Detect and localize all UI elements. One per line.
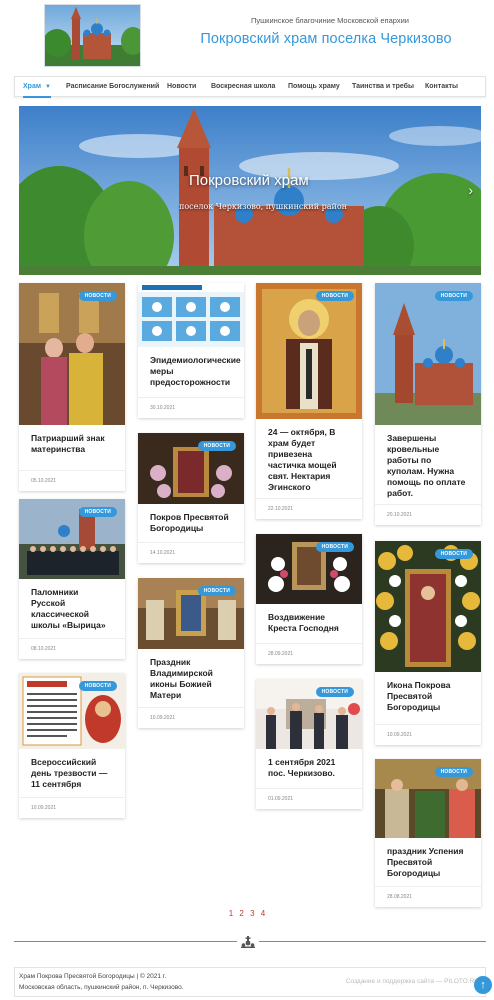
nav-item-contacts[interactable]: Контакты: [425, 77, 458, 98]
news-badge[interactable]: НОВОСТИ: [78, 681, 117, 691]
church-ornament-icon: [241, 935, 255, 948]
news-card[interactable]: НОВОСТИ Патриарший знак материнства 05.1…: [19, 283, 125, 491]
news-badge[interactable]: НОВОСТИ: [315, 291, 354, 301]
card-title[interactable]: Паломники Русской классической школы «Вы…: [19, 579, 125, 631]
nav-item-sacraments[interactable]: Таинства и требы: [352, 77, 414, 98]
slide-title: Покровский храм: [189, 172, 309, 189]
page-link[interactable]: 2: [239, 909, 243, 918]
news-card[interactable]: НОВОСТИ Воздвижение Креста Господня 28.0…: [256, 534, 362, 664]
news-card[interactable]: НОВОСТИ праздник Успения Пресвятой Богор…: [375, 759, 481, 907]
news-card[interactable]: НОВОСТИ 1 сентября 2021 пос. Черкизово. …: [256, 679, 362, 809]
news-card[interactable]: НОВОСТИ Покров Пресвятой Богородицы 14.1…: [138, 433, 244, 563]
news-card[interactable]: Эпидемиологические меры предосторожности…: [138, 283, 244, 418]
news-badge[interactable]: НОВОСТИ: [197, 586, 236, 596]
hero-image: [19, 106, 481, 275]
card-title[interactable]: 1 сентября 2021 пос. Черкизово.: [256, 749, 362, 779]
nav-item-schedule[interactable]: Расписание Богослужений: [66, 77, 159, 98]
card-date: 28.09.2021: [268, 651, 294, 657]
divider-right: [259, 941, 486, 942]
chevron-right-icon[interactable]: ›: [468, 182, 473, 198]
card-image: НОВОСТИ: [256, 679, 362, 749]
news-card[interactable]: НОВОСТИ Всероссийский день трезвости — 1…: [19, 673, 125, 818]
news-badge[interactable]: НОВОСТИ: [78, 291, 117, 301]
pagination: 1 2 3 4: [0, 909, 494, 918]
news-card[interactable]: НОВОСТИ Паломники Русской классической ш…: [19, 499, 125, 659]
nav-item-label: Храм: [23, 83, 42, 90]
card-date: 22.10.2021: [268, 506, 294, 512]
news-badge[interactable]: НОВОСТИ: [315, 687, 354, 697]
news-badge[interactable]: НОВОСТИ: [434, 767, 473, 777]
card-image: НОВОСТИ: [19, 499, 125, 579]
card-title[interactable]: Воздвижение Креста Господня: [256, 604, 362, 634]
news-badge[interactable]: НОВОСТИ: [434, 291, 473, 301]
news-badge[interactable]: НОВОСТИ: [315, 542, 354, 552]
arrow-up-icon[interactable]: ↑: [474, 976, 492, 994]
site-title[interactable]: Покровский храм поселка Черкизово: [190, 31, 462, 47]
page-link[interactable]: 1: [229, 909, 233, 918]
card-image: [138, 283, 244, 347]
news-card[interactable]: НОВОСТИ Икона Покрова Пресвятой Богороди…: [375, 541, 481, 745]
page-link[interactable]: 3: [250, 909, 254, 918]
eparchy-subtitle: Пушкинское благочиние Московской епархии: [251, 16, 409, 25]
news-card[interactable]: НОВОСТИ Праздник Владимирской иконы Божи…: [138, 578, 244, 728]
card-date: 05.10.2021: [31, 478, 57, 484]
news-card[interactable]: НОВОСТИ Завершены кровельные работы по к…: [375, 283, 481, 525]
card-title[interactable]: 24 — октября, В храм будет привезена час…: [256, 419, 362, 493]
slide-subtitle: поселок Черкизово, пушкинский район: [179, 202, 347, 211]
card-image: НОВОСТИ: [19, 283, 125, 425]
footer: Храм Покрова Пресвятой Богородицы | © 20…: [14, 967, 486, 997]
card-date: 10.09.2021: [387, 732, 413, 738]
card-image: НОВОСТИ: [375, 283, 481, 425]
card-image: НОВОСТИ: [138, 433, 244, 504]
news-badge[interactable]: НОВОСТИ: [78, 507, 117, 517]
card-title[interactable]: праздник Успения Пресвятой Богородицы: [375, 838, 481, 879]
news-badge[interactable]: НОВОСТИ: [434, 549, 473, 559]
card-date: 08.10.2021: [31, 646, 57, 652]
card-image: НОВОСТИ: [19, 673, 125, 749]
footer-address: Московская область, пушкинский район, п.…: [19, 984, 184, 991]
news-badge[interactable]: НОВОСТИ: [197, 441, 236, 451]
main-nav: Храм ▼ Расписание Богослужений Новости Во…: [14, 76, 486, 98]
card-title[interactable]: Патриарший знак материнства: [19, 425, 125, 455]
card-date: 01.09.2021: [268, 796, 294, 802]
card-image: НОВОСТИ: [138, 578, 244, 649]
card-date: 10.09.2021: [31, 805, 57, 811]
card-title[interactable]: Икона Покрова Пресвятой Богородицы: [375, 672, 481, 713]
nav-item-news[interactable]: Новости: [167, 77, 196, 98]
card-image: НОВОСТИ: [375, 541, 481, 672]
page-link[interactable]: 4: [261, 909, 265, 918]
card-image: НОВОСТИ: [375, 759, 481, 838]
divider-left: [14, 941, 237, 942]
news-card[interactable]: НОВОСТИ 24 — октября, В храм будет приве…: [256, 283, 362, 519]
card-title[interactable]: Завершены кровельные работы по куполам. …: [375, 425, 481, 499]
nav-item-church[interactable]: Храм ▼: [23, 77, 51, 98]
card-title[interactable]: Эпидемиологические меры предосторожности: [138, 347, 244, 388]
caret-down-icon: ▼: [45, 84, 51, 90]
card-date: 30.10.2021: [150, 405, 176, 411]
card-date: 20.10.2021: [387, 512, 413, 518]
nav-item-help[interactable]: Помощь храму: [288, 77, 340, 98]
hero-slider[interactable]: Покровский храм поселок Черкизово, пушки…: [19, 106, 481, 275]
card-title[interactable]: Всероссийский день трезвости — 11 сентяб…: [19, 749, 125, 790]
footer-copyright: Храм Покрова Пресвятой Богородицы | © 20…: [19, 973, 167, 980]
card-date: 10.09.2021: [150, 715, 176, 721]
card-date: 28.08.2021: [387, 894, 413, 900]
card-image: НОВОСТИ: [256, 534, 362, 604]
footer-credit-link[interactable]: Создание и поддержка сайта — PILOTO.RU: [346, 978, 479, 985]
nav-item-sunday-school[interactable]: Воскресная школа: [211, 77, 275, 98]
card-title[interactable]: Праздник Владимирской иконы Божией Матер…: [138, 649, 244, 701]
card-image: НОВОСТИ: [256, 283, 362, 419]
site-logo[interactable]: [44, 4, 141, 67]
card-date: 14.10.2021: [150, 550, 176, 556]
card-title[interactable]: Покров Пресвятой Богородицы: [138, 504, 244, 534]
